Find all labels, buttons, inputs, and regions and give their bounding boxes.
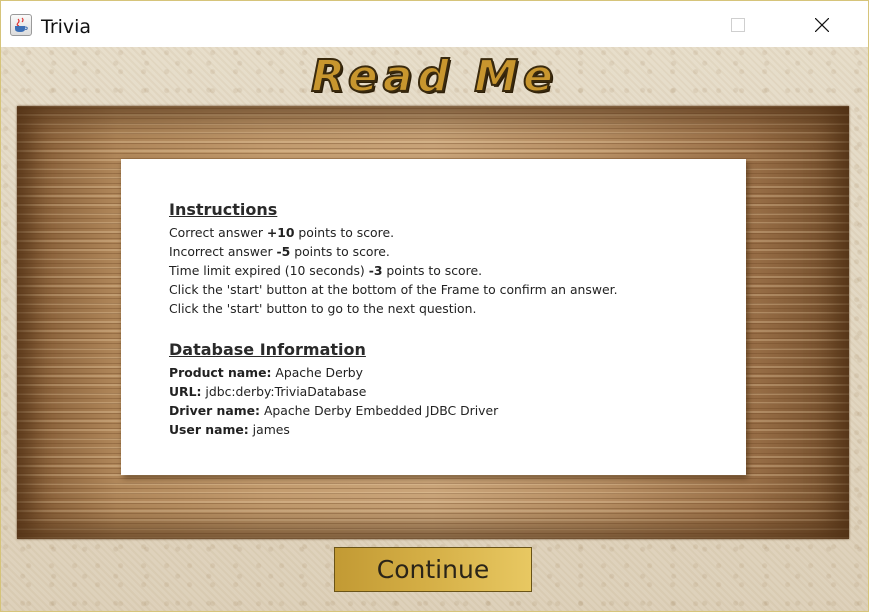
instruction-line: Click the 'start' button at the bottom o…: [169, 282, 618, 297]
maximize-button[interactable]: [714, 1, 760, 47]
minimize-icon: [654, 23, 666, 25]
readme-text: Instructions Correct answer +10 points t…: [169, 200, 729, 439]
close-icon: [815, 18, 829, 32]
db-field-url: URL: jdbc:derby:TriviaDatabase: [169, 384, 367, 399]
maximize-icon: [731, 18, 745, 32]
trivia-window: Trivia Read Me Instructions Correct answ…: [0, 0, 869, 612]
db-field-driver: Driver name: Apache Derby Embedded JDBC …: [169, 403, 499, 418]
title-bar[interactable]: Trivia: [1, 1, 868, 47]
instruction-line: Correct answer +10 points to score.: [169, 225, 395, 240]
close-button[interactable]: [798, 1, 844, 47]
window-title: Trivia: [41, 16, 92, 38]
db-field-user: User name: james: [169, 422, 290, 437]
instructions-title: Instructions: [169, 200, 278, 219]
readme-panel: Instructions Correct answer +10 points t…: [121, 159, 746, 475]
java-cup-icon: [10, 14, 32, 36]
read-me-heading: Read Me: [310, 50, 558, 103]
continue-button[interactable]: Continue: [334, 547, 532, 592]
instruction-line: Time limit expired (10 seconds) -3 point…: [169, 263, 483, 278]
database-title: Database Information: [169, 340, 366, 359]
instruction-line: Click the 'start' button to go to the ne…: [169, 301, 477, 316]
db-field-product: Product name: Apache Derby: [169, 365, 363, 380]
minimize-button[interactable]: [637, 1, 683, 47]
content-area: Read Me Instructions Correct answer +10 …: [1, 47, 868, 611]
instruction-line: Incorrect answer -5 points to score.: [169, 244, 390, 259]
